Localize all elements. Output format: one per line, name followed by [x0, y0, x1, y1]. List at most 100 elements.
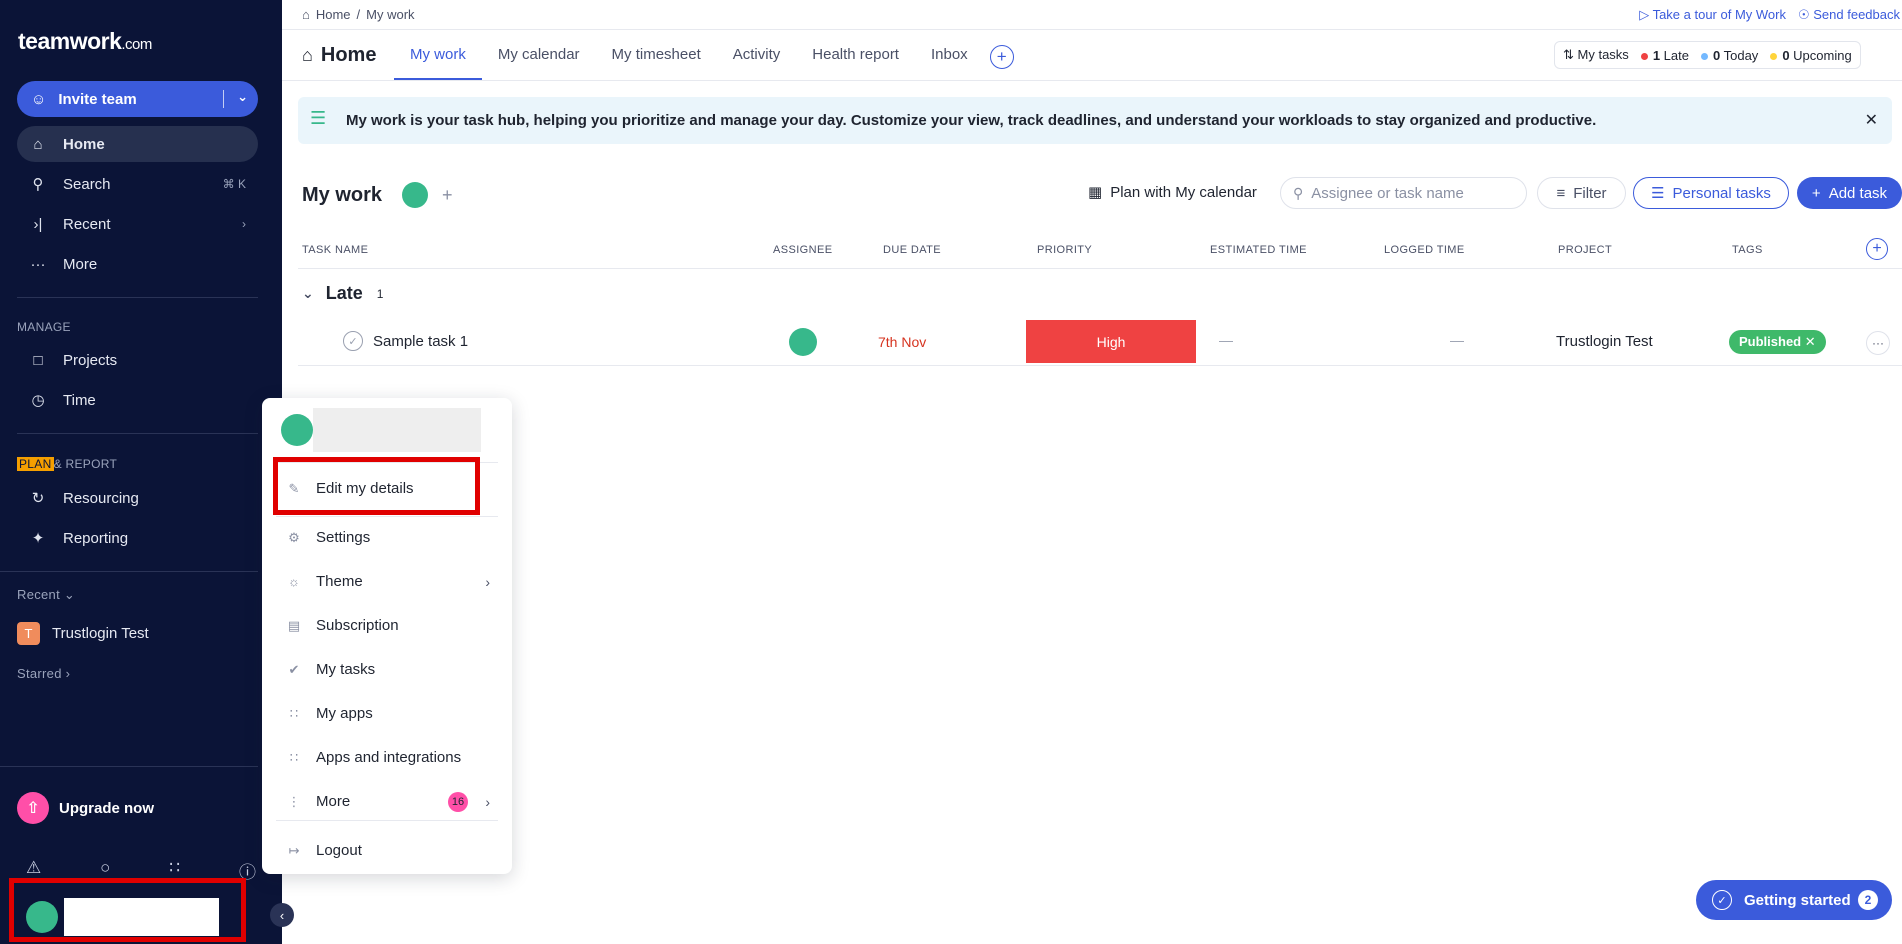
sidebar-divider — [17, 297, 258, 298]
search-shortcut: ⌘ K — [222, 177, 246, 191]
column-header-estimated-time[interactable]: ESTIMATED TIME — [1210, 244, 1307, 256]
tab-activity[interactable]: Activity — [717, 36, 797, 80]
sidebar-item-projects[interactable]: □ Projects — [17, 342, 258, 378]
home-icon: ⌂ — [33, 135, 43, 153]
sidebar-divider — [0, 766, 258, 767]
add-tab-button[interactable]: + — [989, 45, 1014, 69]
avatar[interactable] — [402, 182, 429, 208]
chevron-down-icon[interactable]: ⌄ — [237, 89, 248, 105]
complete-task-checkbox[interactable]: ✓ — [343, 331, 363, 351]
invite-team-label: Invite team — [58, 90, 137, 108]
column-header-project[interactable]: PROJECT — [1558, 244, 1612, 256]
plan-with-calendar-button[interactable]: ▦ Plan with My calendar — [1088, 183, 1257, 202]
teamwork-logo[interactable]: teamwork.com — [18, 28, 152, 55]
more-icon: ··· — [30, 255, 46, 273]
task-estimated-time[interactable]: — — [1219, 332, 1233, 348]
row-more-icon[interactable]: ··· — [1866, 331, 1890, 355]
filter-icon: ≡ — [1556, 184, 1566, 202]
task-project[interactable]: Trustlogin Test — [1556, 333, 1653, 350]
group-name: Late — [325, 283, 363, 303]
upgrade-now-button[interactable]: ⇧ Upgrade now — [17, 792, 154, 824]
today-count[interactable]: 0 Today — [1700, 47, 1758, 63]
sidebar-item-reporting[interactable]: ✦ Reporting — [17, 520, 258, 556]
my-work-title: My work + — [302, 182, 453, 208]
user-profile-button[interactable] — [9, 878, 246, 942]
sidebar-item-recent[interactable]: ›| Recent › — [17, 206, 258, 242]
add-column-button[interactable]: + — [1866, 238, 1888, 260]
menu-item-my-apps[interactable]: ∷ My apps — [286, 705, 498, 722]
column-header-tags[interactable]: TAGS — [1732, 244, 1763, 256]
column-header-assignee[interactable]: ASSIGNEE — [773, 244, 832, 256]
menu-item-settings[interactable]: ⚙ Settings — [286, 529, 498, 546]
sidebar-item-label: Recent — [63, 215, 111, 233]
tabs-divider — [282, 80, 1902, 81]
add-user-icon[interactable]: + — [442, 185, 453, 206]
menu-divider — [276, 516, 498, 517]
invite-team-button[interactable]: ☺ Invite team ⌄ — [17, 81, 258, 117]
chevron-down-icon: ⌄ — [302, 285, 314, 301]
menu-item-more[interactable]: ⋮ More 16 › — [286, 791, 498, 812]
column-header-logged-time[interactable]: LOGGED TIME — [1384, 244, 1465, 256]
tag-published[interactable]: Published ✕ — [1729, 330, 1826, 354]
sidebar-divider — [0, 571, 258, 572]
take-tour-label: Take a tour of My Work — [1652, 7, 1786, 22]
task-name[interactable]: Sample task 1 — [373, 333, 468, 350]
assignee-avatar[interactable] — [789, 328, 817, 356]
upcoming-count[interactable]: 0 Upcoming — [1770, 48, 1852, 63]
personal-tasks-button[interactable]: ☰ Personal tasks — [1633, 177, 1789, 209]
tab-my-timesheet[interactable]: My timesheet — [596, 36, 717, 80]
table-header-divider — [298, 268, 1902, 269]
search-input[interactable]: ⚲ Assignee or task name — [1280, 177, 1527, 209]
send-feedback-label: Send feedback — [1813, 7, 1900, 22]
top-right-links: ▷ Take a tour of My Work ☉ Send feedback — [1639, 7, 1900, 23]
plan-report-section-label: PLAN & REPORT — [17, 457, 117, 471]
getting-started-label: Getting started — [1744, 891, 1851, 909]
clock-icon: ◷ — [31, 392, 45, 409]
recent-section-toggle[interactable]: Recent ⌄ — [17, 587, 75, 603]
menu-item-logout[interactable]: ↦ Logout — [286, 842, 498, 859]
check-circle-icon: ✓ — [1712, 890, 1732, 910]
getting-started-button[interactable]: ✓ Getting started 2 — [1696, 880, 1892, 920]
send-feedback-link[interactable]: ☉ Send feedback — [1798, 7, 1900, 23]
sidebar-item-time[interactable]: ◷ Time — [17, 382, 258, 418]
search-placeholder: Assignee or task name — [1311, 184, 1464, 202]
close-icon[interactable]: ✕ — [1865, 110, 1878, 130]
take-tour-link[interactable]: ▷ Take a tour of My Work — [1639, 7, 1786, 23]
sidebar-item-label: Search — [63, 175, 111, 193]
tab-my-calendar[interactable]: My calendar — [482, 36, 596, 80]
resourcing-icon: ↻ — [31, 490, 45, 507]
collapse-sidebar-button[interactable]: ‹ — [270, 903, 294, 927]
sidebar-item-label: More — [63, 255, 98, 273]
menu-item-apps-integrations[interactable]: ∷ Apps and integrations — [286, 749, 498, 766]
task-group-late[interactable]: ⌄ Late 1 — [302, 283, 383, 304]
getting-started-count: 2 — [1858, 890, 1878, 910]
menu-item-subscription[interactable]: ▤ Subscription — [286, 617, 498, 634]
sidebar-item-more[interactable]: ··· More — [17, 246, 258, 282]
tab-my-work[interactable]: My work — [394, 36, 482, 80]
sidebar-item-search[interactable]: ⚲ Search ⌘ K — [17, 166, 258, 202]
menu-item-my-tasks[interactable]: ✔ My tasks — [286, 661, 498, 678]
my-tasks-toggle[interactable]: ⇅ My tasks — [1563, 47, 1629, 63]
today-number: 0 — [1712, 47, 1721, 63]
breadcrumb-home[interactable]: Home — [316, 7, 351, 22]
recent-project-item[interactable]: T Trustlogin Test — [17, 622, 149, 645]
tab-health-report[interactable]: Health report — [796, 36, 915, 80]
task-due-date[interactable]: 7th Nov — [878, 334, 926, 350]
late-count[interactable]: 1 Late — [1640, 47, 1689, 63]
add-task-button[interactable]: + Add task — [1797, 177, 1902, 209]
today-dot — [1700, 52, 1708, 60]
late-label: Late — [1663, 47, 1689, 63]
task-priority-badge[interactable]: High — [1026, 320, 1196, 363]
column-header-priority[interactable]: PRIORITY — [1037, 244, 1092, 256]
menu-item-theme[interactable]: ☼ Theme › — [286, 573, 498, 590]
starred-section-toggle[interactable]: Starred › — [17, 666, 70, 681]
menu-item-label: My apps — [316, 705, 373, 722]
sidebar-item-resourcing[interactable]: ↻ Resourcing — [17, 480, 258, 516]
tab-inbox[interactable]: Inbox — [915, 36, 984, 80]
column-header-due-date[interactable]: DUE DATE — [883, 244, 941, 256]
home-icon: ⌂ — [302, 7, 310, 22]
column-header-task-name[interactable]: TASK NAME — [302, 244, 368, 256]
sidebar-item-home[interactable]: ⌂ Home — [17, 126, 258, 162]
task-logged-time[interactable]: — — [1450, 332, 1464, 348]
filter-button[interactable]: ≡ Filter — [1537, 177, 1626, 209]
